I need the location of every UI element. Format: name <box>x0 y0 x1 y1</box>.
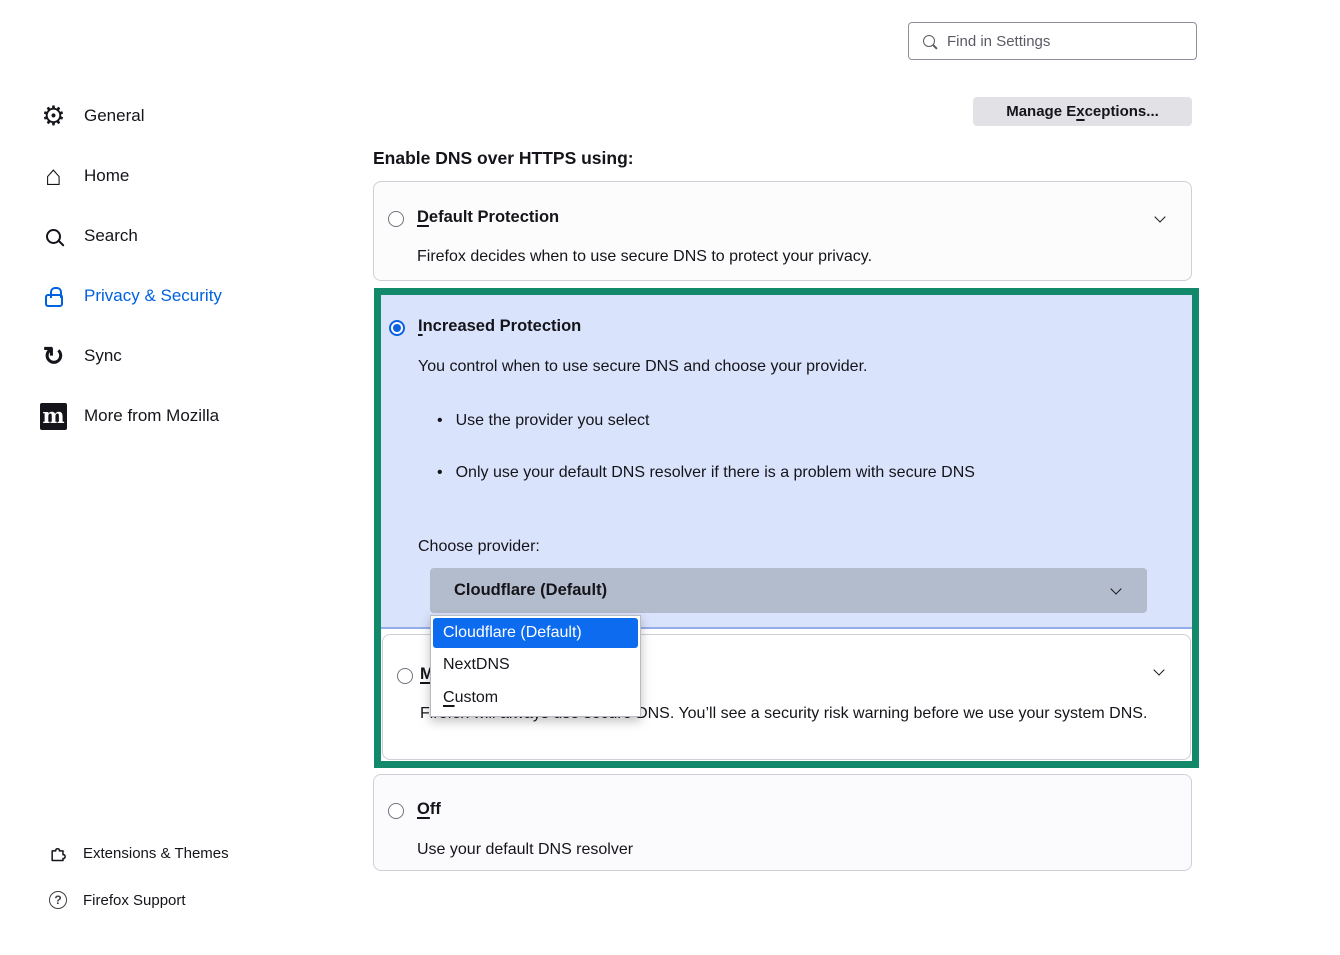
manage-exceptions-button[interactable]: Manage Exceptions... <box>973 97 1192 126</box>
provider-dropdown-menu: Cloudflare (Default) NextDNS Custom <box>430 615 641 717</box>
increased-protection-radio[interactable] <box>389 320 405 336</box>
sidebar-item-extensions-themes[interactable]: Extensions & Themes <box>48 843 229 863</box>
lock-icon <box>40 283 67 310</box>
off-radio[interactable] <box>388 803 404 819</box>
choose-provider-label: Choose provider: <box>418 538 540 556</box>
sidebar-item-general[interactable]: General <box>40 86 300 146</box>
search-icon <box>923 35 935 47</box>
off-description: Use your default DNS resolver <box>417 841 633 859</box>
settings-sidebar: General Home Search Privacy & Security S… <box>40 86 300 446</box>
default-protection-radio[interactable] <box>388 211 404 227</box>
mozilla-logo-icon <box>40 403 67 430</box>
provider-select[interactable]: Cloudflare (Default) <box>430 568 1147 613</box>
sidebar-item-label: Search <box>84 226 138 246</box>
sidebar-item-home[interactable]: Home <box>40 146 300 206</box>
gear-icon <box>40 103 67 130</box>
off-label: Off <box>417 800 441 819</box>
increased-bullet-2: Only use your default DNS resolver if th… <box>437 464 975 482</box>
help-icon <box>48 890 68 910</box>
doh-option-off[interactable]: Off Use your default DNS resolver <box>373 774 1192 871</box>
sync-icon <box>40 343 67 370</box>
sidebar-item-privacy-security[interactable]: Privacy & Security <box>40 266 300 326</box>
dropdown-item-custom[interactable]: Custom <box>433 681 638 714</box>
manage-exceptions-label-post: ceptions... <box>1085 103 1159 120</box>
settings-search-box[interactable] <box>908 22 1197 60</box>
manage-exceptions-label-pre: Manage E <box>1006 103 1076 120</box>
doh-section-heading: Enable DNS over HTTPS using: <box>373 148 634 169</box>
sidebar-item-firefox-support[interactable]: Firefox Support <box>48 890 186 910</box>
doh-option-increased-protection[interactable]: Increased Protection You control when to… <box>381 295 1192 629</box>
search-icon <box>40 223 67 250</box>
sidebar-item-label: Sync <box>84 346 122 366</box>
chevron-down-icon[interactable] <box>1154 211 1165 222</box>
search-input[interactable] <box>947 33 1196 50</box>
sidebar-item-sync[interactable]: Sync <box>40 326 300 386</box>
sidebar-item-label: More from Mozilla <box>84 406 219 426</box>
default-protection-description: Firefox decides when to use secure DNS t… <box>417 248 872 266</box>
sidebar-item-label: General <box>84 106 144 126</box>
dropdown-item-cloudflare[interactable]: Cloudflare (Default) <box>433 618 638 648</box>
sidebar-item-more-from-mozilla[interactable]: More from Mozilla <box>40 386 300 446</box>
manage-exceptions-accesskey: x <box>1076 103 1084 120</box>
max-protection-radio[interactable] <box>397 668 413 684</box>
provider-select-value: Cloudflare (Default) <box>454 581 607 600</box>
sidebar-item-label: Home <box>84 166 129 186</box>
sidebar-footer-label: Extensions & Themes <box>83 845 229 862</box>
increased-protection-label: Increased Protection <box>418 317 581 336</box>
dropdown-item-nextdns[interactable]: NextDNS <box>433 648 638 681</box>
default-protection-label: Default Protection <box>417 208 559 227</box>
increased-protection-description: You control when to use secure DNS and c… <box>418 358 867 376</box>
sidebar-footer-label: Firefox Support <box>83 892 186 909</box>
puzzle-icon <box>48 843 68 863</box>
sidebar-item-label: Privacy & Security <box>84 286 222 306</box>
chevron-down-icon <box>1110 583 1121 594</box>
increased-bullet-1: Use the provider you select <box>437 412 649 430</box>
doh-option-default-protection[interactable]: Default Protection Firefox decides when … <box>373 181 1192 281</box>
sidebar-item-search[interactable]: Search <box>40 206 300 266</box>
chevron-down-icon[interactable] <box>1153 664 1164 675</box>
home-icon <box>40 163 67 190</box>
